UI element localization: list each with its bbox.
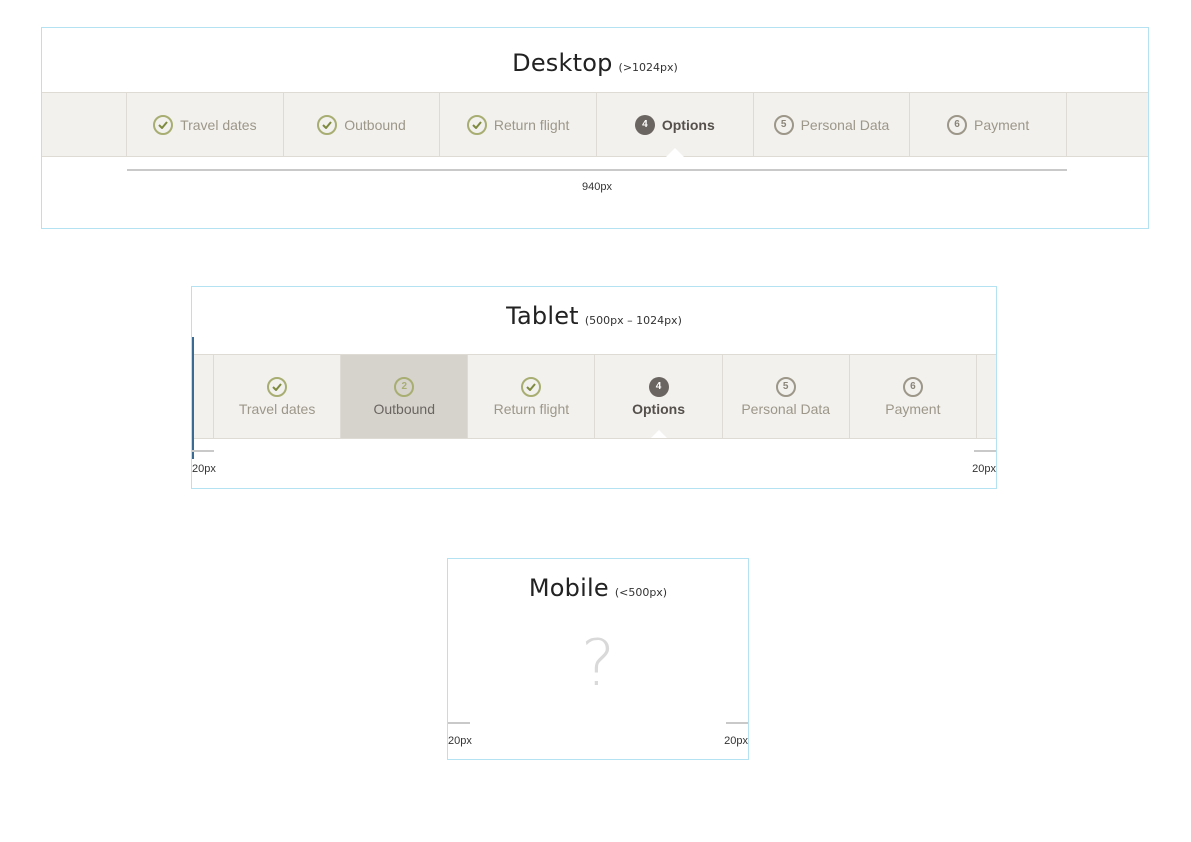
step-number-badge: 5 bbox=[775, 376, 796, 397]
current-step-pointer bbox=[664, 147, 685, 157]
desktop-step-travel-dates[interactable]: Travel dates bbox=[127, 93, 284, 156]
current-step-pointer bbox=[648, 429, 669, 438]
right-gap-tick bbox=[726, 722, 748, 724]
tablet-step-personal-data[interactable]: 5 Personal Data bbox=[723, 355, 850, 438]
step-number-badge: 6 bbox=[902, 376, 923, 397]
right-gap-label: 20px bbox=[724, 735, 748, 747]
step-label: Return flight bbox=[493, 400, 570, 417]
tablet-heading: Tablet (500px – 1024px) bbox=[192, 302, 996, 330]
left-gap-label: 20px bbox=[192, 463, 216, 475]
step-label: Return flight bbox=[493, 116, 570, 133]
left-gap-tick bbox=[448, 722, 470, 724]
desktop-title: Desktop bbox=[512, 49, 613, 77]
step-number-badge: 2 bbox=[394, 376, 415, 397]
tablet-step-options[interactable]: 4 Options bbox=[595, 355, 723, 438]
tablet-range: (500px – 1024px) bbox=[584, 314, 682, 327]
desktop-step-return-flight[interactable]: Return flight bbox=[440, 93, 597, 156]
step-label: Outbound bbox=[373, 400, 435, 417]
left-gap-label: 20px bbox=[448, 735, 472, 747]
step-label: Personal Data bbox=[800, 116, 890, 133]
step-label: Travel dates bbox=[180, 116, 257, 133]
step-label: Personal Data bbox=[741, 400, 831, 417]
step-number-badge: 5 bbox=[773, 114, 794, 135]
tablet-frame: Tablet (500px – 1024px) Travel dates 2 Ou… bbox=[191, 286, 997, 489]
check-icon bbox=[521, 376, 542, 397]
desktop-step-outbound[interactable]: Outbound bbox=[284, 93, 441, 156]
tablet-title: Tablet bbox=[506, 302, 579, 330]
step-label: Options bbox=[661, 116, 715, 133]
desktop-range: (>1024px) bbox=[618, 61, 678, 74]
viewport-edge-marker bbox=[192, 337, 194, 459]
left-gap-tick bbox=[192, 450, 214, 452]
tablet-step-return-flight[interactable]: Return flight bbox=[468, 355, 596, 438]
step-number-badge: 6 bbox=[946, 114, 967, 135]
mobile-frame: Mobile (<500px) ? 20px 20px bbox=[447, 558, 749, 760]
step-label: Payment bbox=[885, 400, 941, 417]
tablet-step-outbound[interactable]: 2 Outbound bbox=[341, 355, 469, 438]
tablet-step-payment[interactable]: 6 Payment bbox=[850, 355, 977, 438]
right-gap-tick bbox=[974, 450, 996, 452]
width-measure-line bbox=[127, 169, 1067, 171]
step-number-badge: 4 bbox=[634, 114, 655, 135]
check-icon bbox=[267, 376, 288, 397]
desktop-step-options[interactable]: 4 Options bbox=[597, 93, 754, 157]
check-icon bbox=[317, 114, 338, 135]
question-mark-placeholder: ? bbox=[581, 627, 615, 701]
desktop-step-bar: Travel dates Outbound Return flight 4 Op… bbox=[42, 92, 1148, 157]
tablet-step-bar: Travel dates 2 Outbound Return flight 4 … bbox=[192, 354, 996, 439]
mobile-heading: Mobile (<500px) bbox=[448, 574, 748, 602]
step-label: Travel dates bbox=[238, 400, 316, 417]
check-icon bbox=[153, 114, 174, 135]
desktop-heading: Desktop (>1024px) bbox=[42, 49, 1148, 77]
right-gap-label: 20px bbox=[972, 463, 996, 475]
mobile-title: Mobile bbox=[528, 574, 609, 602]
desktop-step-payment[interactable]: 6 Payment bbox=[910, 93, 1067, 156]
mobile-range: (<500px) bbox=[614, 586, 668, 599]
desktop-step-personal-data[interactable]: 5 Personal Data bbox=[754, 93, 911, 156]
check-icon bbox=[466, 114, 487, 135]
width-measure-label: 940px bbox=[582, 181, 612, 193]
tablet-step-travel-dates[interactable]: Travel dates bbox=[214, 355, 342, 438]
step-label: Outbound bbox=[344, 116, 406, 133]
desktop-frame: Desktop (>1024px) Travel dates Outbound R… bbox=[41, 27, 1149, 229]
step-label: Payment bbox=[973, 116, 1030, 133]
step-label: Options bbox=[632, 400, 685, 417]
step-number-badge: 4 bbox=[648, 376, 669, 397]
